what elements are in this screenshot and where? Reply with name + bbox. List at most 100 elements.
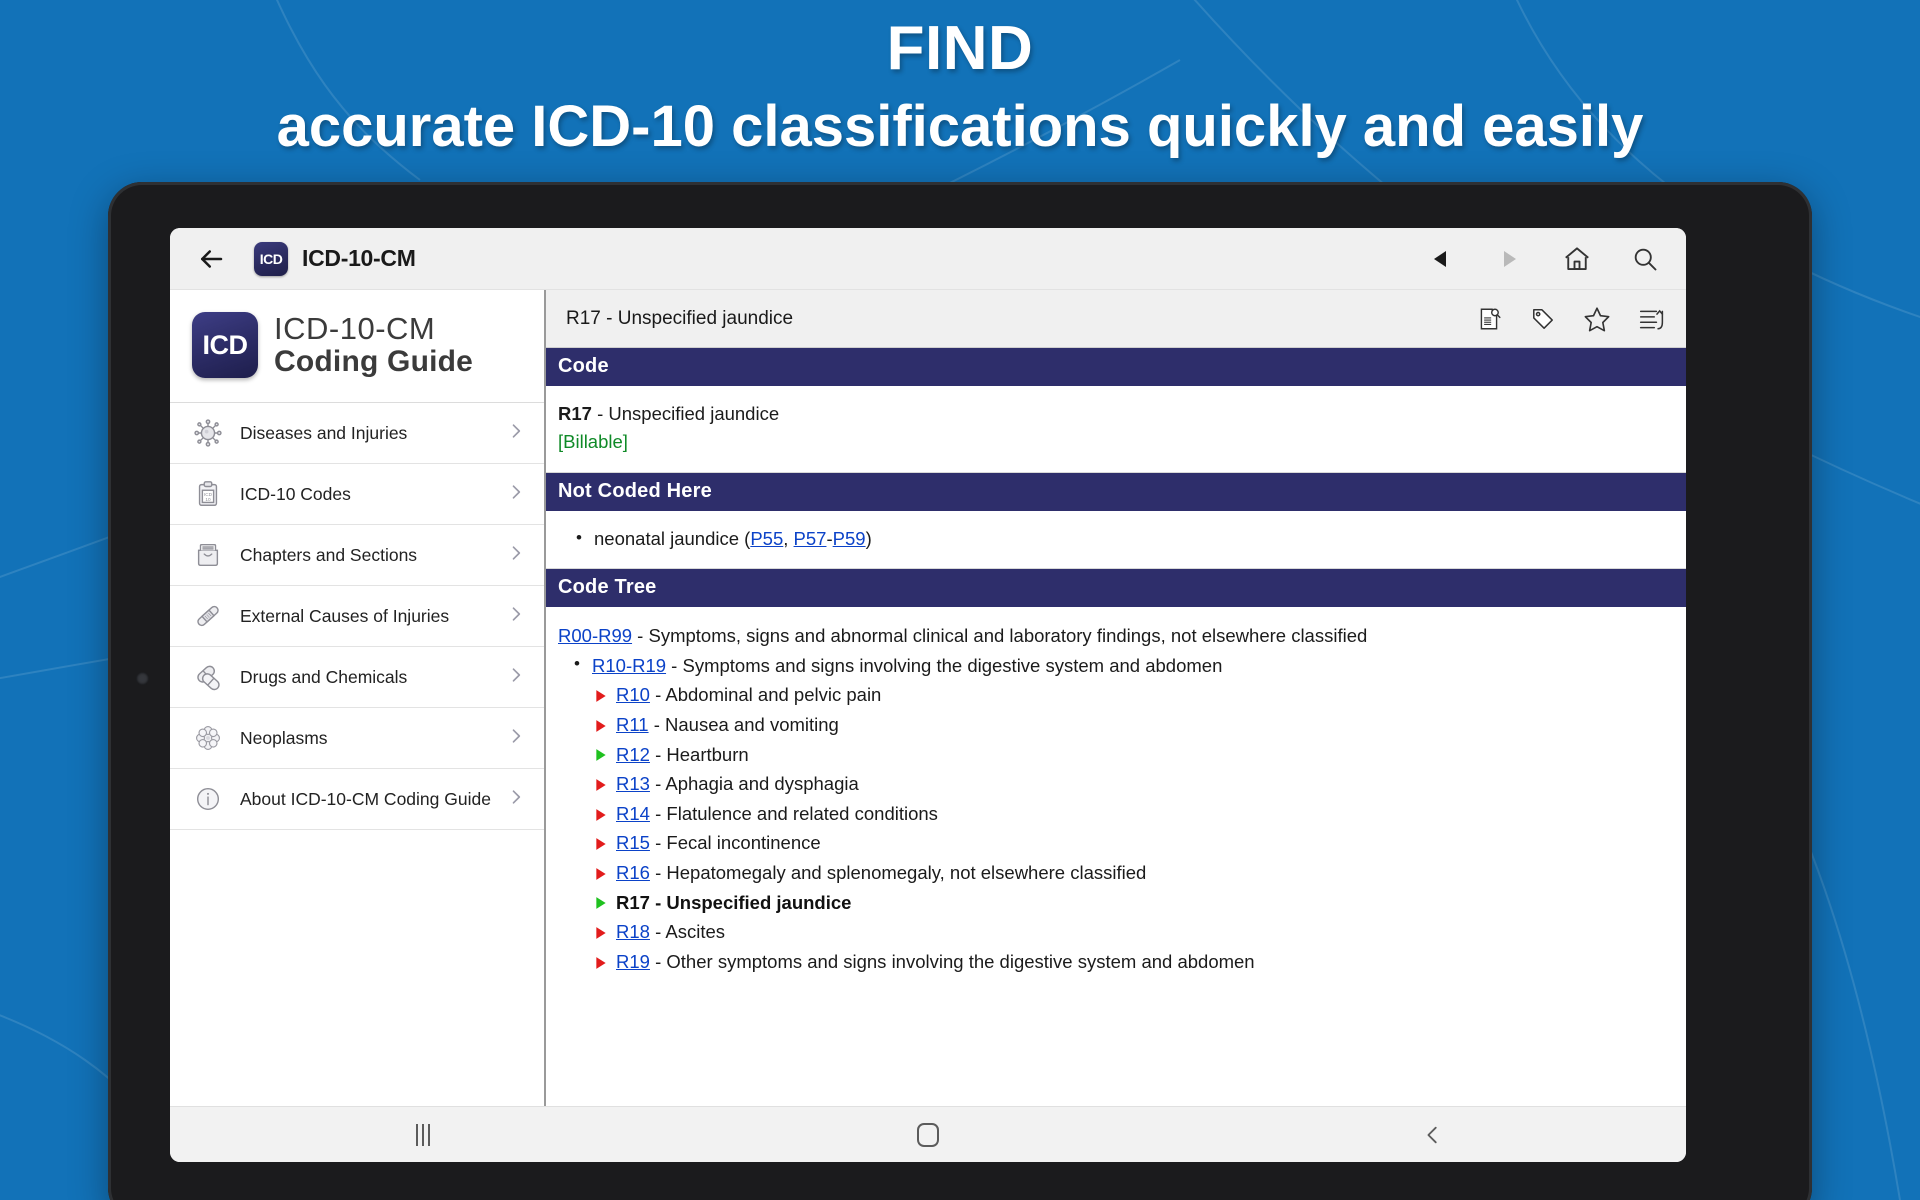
triangle-marker-red-icon xyxy=(594,835,616,851)
tree-item-label: Other symptoms and signs involving the d… xyxy=(666,950,1255,972)
triangle-marker-red-icon xyxy=(594,806,616,822)
chevron-left-icon[interactable] xyxy=(1181,1124,1686,1146)
sidebar-brand: ICD ICD-10-CM Coding Guide xyxy=(170,290,544,403)
tree-item-text: R13 - Aphagia and dysphagia xyxy=(616,769,859,799)
chevron-right-icon xyxy=(506,726,526,751)
tree-item-text: R12 - Heartburn xyxy=(616,740,749,770)
tree-link-r14[interactable]: R14 xyxy=(616,803,650,824)
chevron-right-icon xyxy=(506,787,526,812)
content-header-actions xyxy=(1472,302,1668,336)
tree-item-label: Abdominal and pelvic pain xyxy=(665,684,882,706)
tree-root-label: Symptoms, signs and abnormal clinical an… xyxy=(648,625,1368,647)
tree-item-r10[interactable]: R10 - Abdominal and pelvic pain xyxy=(558,680,1674,710)
not-coded-suffix: ) xyxy=(865,527,872,549)
tree-item-sep: - xyxy=(648,714,666,736)
code-line: R17 - Unspecified jaundice xyxy=(558,400,1672,428)
recents-icon[interactable] xyxy=(170,1123,675,1146)
tree-root-row: R00-R99 - Symptoms, signs and abnormal c… xyxy=(558,621,1674,651)
triangle-marker-red-icon xyxy=(594,687,616,703)
tree-link-r13[interactable]: R13 xyxy=(616,773,650,794)
not-coded-text: neonatal jaundice (P55, P57-P59) xyxy=(594,525,872,553)
list-arrow-icon[interactable] xyxy=(1634,302,1668,336)
tree-item-text: R17 - Unspecified jaundice xyxy=(616,888,851,918)
tree-level1-text: R10-R19 - Symptoms and signs involving t… xyxy=(592,651,1222,681)
tree-level1-label: Symptoms and signs involving the digesti… xyxy=(682,654,1223,676)
sidebar-item-label: Chapters and Sections xyxy=(240,544,418,565)
home-square-icon[interactable] xyxy=(675,1122,1180,1147)
tree-item-sep: - xyxy=(649,921,666,943)
sidebar-item-neoplasms[interactable]: Neoplasms xyxy=(170,708,544,769)
sidebar-item-about[interactable]: About ICD-10-CM Coding Guide xyxy=(170,769,544,830)
triangle-right-icon[interactable] xyxy=(1490,240,1528,278)
sidebar-item-label: Drugs and Chemicals xyxy=(240,666,408,687)
tree-item-text: R19 - Other symptoms and signs involving… xyxy=(616,947,1255,977)
sidebar-item-diseases-and-injuries[interactable]: Diseases and Injuries xyxy=(170,403,544,464)
brand-subtitle: Coding Guide xyxy=(274,344,474,378)
info-icon xyxy=(190,784,226,814)
sidebar-item-external-causes-of-injuries[interactable]: External Causes of Injuries xyxy=(170,586,544,647)
document-search-icon[interactable] xyxy=(1472,302,1506,336)
code-link-p55[interactable]: P55 xyxy=(750,528,783,549)
triangle-left-icon[interactable] xyxy=(1422,240,1460,278)
section-body-not-coded-here: • neonatal jaundice (P55, P57-P59) xyxy=(546,511,1686,570)
tree-link-r11[interactable]: R11 xyxy=(616,714,649,735)
sidebar-item-icd-10-codes[interactable]: ICD 10 ICD-10 Codes xyxy=(170,464,544,525)
triangle-marker-red-icon xyxy=(594,924,616,940)
content-pane: R17 - Unspecified jaundice Code R17 - Un… xyxy=(546,290,1686,1106)
tree-item-text: R11 - Nausea and vomiting xyxy=(616,710,839,740)
search-icon[interactable] xyxy=(1626,240,1664,278)
code-tree: R00-R99 - Symptoms, signs and abnormal c… xyxy=(546,607,1686,992)
tree-item-r15[interactable]: R15 - Fecal incontinence xyxy=(558,828,1674,858)
app-bar-actions xyxy=(1422,240,1664,278)
cells-icon xyxy=(190,723,226,753)
tree-link-r10[interactable]: R10 xyxy=(616,684,650,705)
tree-item-text: R10 - Abdominal and pelvic pain xyxy=(616,680,881,710)
tree-link-r19[interactable]: R19 xyxy=(616,951,650,972)
tree-link-r15[interactable]: R15 xyxy=(616,832,650,853)
arrow-left-icon[interactable] xyxy=(188,236,234,282)
chevron-right-icon xyxy=(506,482,526,507)
content-scroll-area[interactable]: Code R17 - Unspecified jaundice [Billabl… xyxy=(546,348,1686,1106)
tree-link-r18[interactable]: R18 xyxy=(616,921,650,942)
code-link-p57[interactable]: P57 xyxy=(794,528,827,549)
tree-item-label: Ascites xyxy=(665,921,726,943)
sidebar: ICD ICD-10-CM Coding Guide Diseases and … xyxy=(170,290,546,1106)
brand-text: ICD-10-CM Coding Guide xyxy=(274,312,474,378)
home-icon[interactable] xyxy=(1558,240,1596,278)
tree-link-r10-r19[interactable]: R10-R19 xyxy=(592,655,666,676)
tree-root-sep: - xyxy=(632,625,649,647)
tree-item-sep: - xyxy=(649,773,666,795)
tree-item-r17-current: R17 - Unspecified jaundice xyxy=(558,888,1674,918)
tree-item-r19[interactable]: R19 - Other symptoms and signs involving… xyxy=(558,947,1674,977)
bandage-icon xyxy=(190,601,226,631)
tree-link-r16[interactable]: R16 xyxy=(616,862,650,883)
tree-item-label: Unspecified jaundice xyxy=(666,891,852,913)
tree-current-code: R17 xyxy=(616,891,650,913)
sidebar-item-drugs-and-chemicals[interactable]: Drugs and Chemicals xyxy=(170,647,544,708)
tree-link-r12[interactable]: R12 xyxy=(616,744,650,765)
tree-item-sep: - xyxy=(649,684,666,706)
tag-icon[interactable] xyxy=(1526,302,1560,336)
clipboard-icon: ICD 10 xyxy=(190,479,226,509)
code-separator: - xyxy=(591,403,609,424)
tree-item-r18[interactable]: R18 - Ascites xyxy=(558,917,1674,947)
tree-item-text: R15 - Fecal incontinence xyxy=(616,828,821,858)
tree-link-r00-r99[interactable]: R00-R99 xyxy=(558,625,632,646)
tree-item-r11[interactable]: R11 - Nausea and vomiting xyxy=(558,710,1674,740)
sidebar-item-label: Neoplasms xyxy=(240,727,328,748)
star-icon[interactable] xyxy=(1580,302,1614,336)
tree-item-r12[interactable]: R12 - Heartburn xyxy=(558,740,1674,770)
virus-icon xyxy=(190,418,226,448)
code-description: Unspecified jaundice xyxy=(608,403,780,424)
tree-item-label: Flatulence and related conditions xyxy=(666,802,938,824)
tree-item-r16[interactable]: R16 - Hepatomegaly and splenomegaly, not… xyxy=(558,858,1674,888)
triangle-marker-red-icon xyxy=(594,717,616,733)
tablet-screen: ICD ICD-10-CM ICD ICD-10-CM Coding Guide… xyxy=(170,228,1686,1162)
chevron-right-icon xyxy=(506,421,526,446)
tree-item-r13[interactable]: R13 - Aphagia and dysphagia xyxy=(558,769,1674,799)
tree-item-sep: - xyxy=(649,950,667,972)
tree-item-r14[interactable]: R14 - Flatulence and related conditions xyxy=(558,799,1674,829)
sidebar-item-chapters-and-sections[interactable]: Chapters and Sections xyxy=(170,525,544,586)
code-link-p59[interactable]: P59 xyxy=(833,528,866,549)
app-bar: ICD ICD-10-CM xyxy=(170,228,1686,290)
